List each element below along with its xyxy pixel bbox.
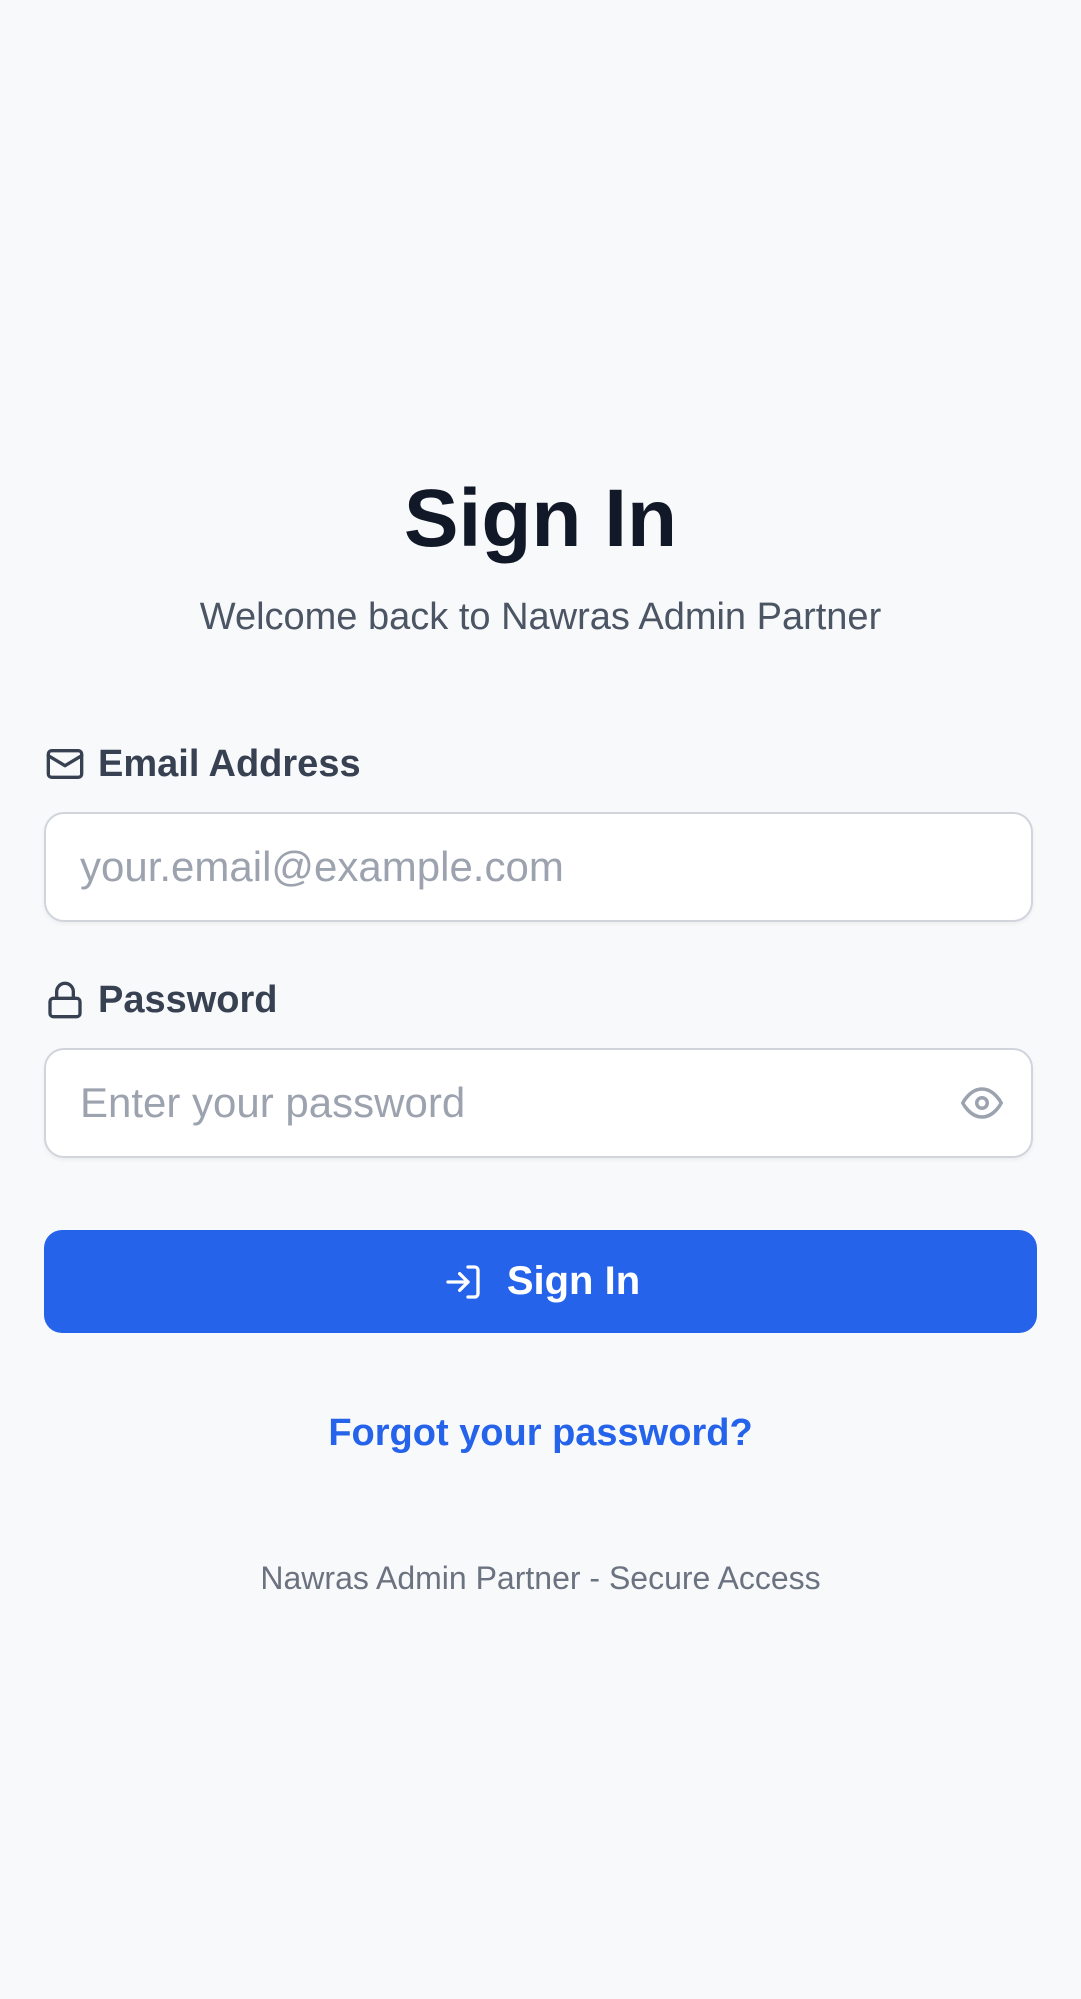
page-subtitle: Welcome back to Nawras Admin Partner — [199, 596, 882, 638]
lock-icon — [44, 979, 86, 1021]
mail-icon — [44, 743, 86, 785]
email-input[interactable] — [80, 814, 960, 920]
show-password-toggle[interactable] — [959, 1080, 1005, 1126]
password-label: Password — [98, 978, 278, 1021]
log-in-icon — [441, 1260, 485, 1304]
password-input[interactable] — [80, 1050, 960, 1156]
page-title: Sign In — [403, 473, 678, 564]
email-field-container — [44, 812, 1033, 922]
sign-in-button[interactable]: Sign In — [44, 1230, 1037, 1333]
eye-icon — [961, 1087, 1003, 1119]
email-label: Email Address — [98, 742, 361, 785]
email-label-row: Email Address — [44, 741, 361, 787]
password-field-container — [44, 1048, 1033, 1158]
password-label-row: Password — [44, 977, 278, 1023]
forgot-password-link[interactable]: Forgot your password? — [44, 1412, 1037, 1455]
footer-text: Nawras Admin Partner - Secure Access — [260, 1560, 821, 1596]
sign-in-button-label: Sign In — [506, 1259, 641, 1303]
